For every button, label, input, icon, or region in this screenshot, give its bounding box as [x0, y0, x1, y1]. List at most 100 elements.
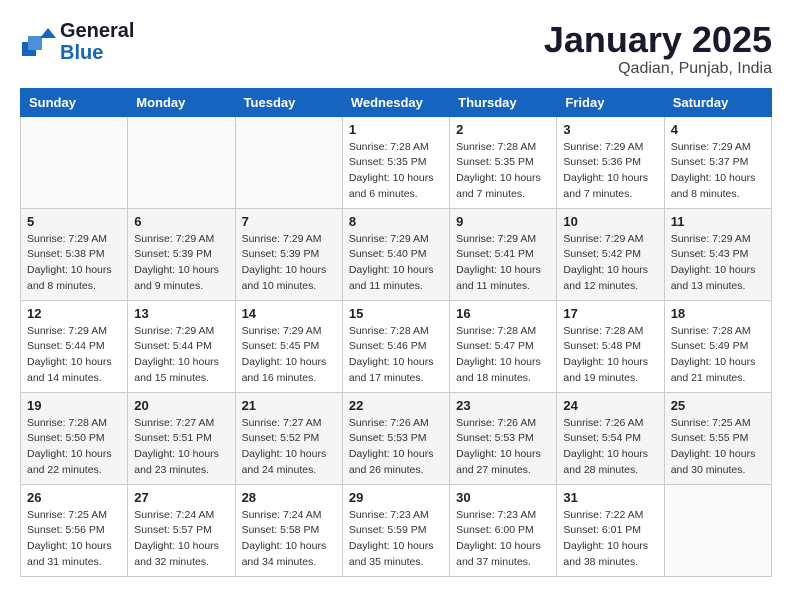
col-header-monday: Monday — [128, 88, 235, 116]
day-cell: 9 Sunrise: 7:29 AMSunset: 5:41 PMDaylight… — [450, 208, 557, 300]
col-header-friday: Friday — [557, 88, 664, 116]
day-info: Sunrise: 7:24 AMSunset: 5:57 PMDaylight:… — [134, 508, 228, 571]
day-number: 17 — [563, 306, 657, 321]
day-info: Sunrise: 7:29 AMSunset: 5:43 PMDaylight:… — [671, 232, 765, 295]
day-info: Sunrise: 7:29 AMSunset: 5:42 PMDaylight:… — [563, 232, 657, 295]
week-row-1: 1 Sunrise: 7:28 AMSunset: 5:35 PMDaylight… — [21, 116, 772, 208]
day-header-row: SundayMondayTuesdayWednesdayThursdayFrid… — [21, 88, 772, 116]
day-cell: 5 Sunrise: 7:29 AMSunset: 5:38 PMDaylight… — [21, 208, 128, 300]
day-number: 14 — [242, 306, 336, 321]
day-info: Sunrise: 7:28 AMSunset: 5:47 PMDaylight:… — [456, 324, 550, 387]
day-number: 6 — [134, 214, 228, 229]
week-row-5: 26 Sunrise: 7:25 AMSunset: 5:56 PMDayligh… — [21, 484, 772, 576]
day-cell: 11 Sunrise: 7:29 AMSunset: 5:43 PMDayligh… — [664, 208, 771, 300]
day-cell: 15 Sunrise: 7:28 AMSunset: 5:46 PMDayligh… — [342, 300, 449, 392]
day-number: 15 — [349, 306, 443, 321]
day-cell: 21 Sunrise: 7:27 AMSunset: 5:52 PMDayligh… — [235, 392, 342, 484]
day-info: Sunrise: 7:29 AMSunset: 5:38 PMDaylight:… — [27, 232, 121, 295]
day-cell: 7 Sunrise: 7:29 AMSunset: 5:39 PMDaylight… — [235, 208, 342, 300]
day-cell — [235, 116, 342, 208]
day-number: 20 — [134, 398, 228, 413]
day-number: 2 — [456, 122, 550, 137]
day-number: 30 — [456, 490, 550, 505]
day-number: 24 — [563, 398, 657, 413]
week-row-4: 19 Sunrise: 7:28 AMSunset: 5:50 PMDayligh… — [21, 392, 772, 484]
day-cell — [21, 116, 128, 208]
day-info: Sunrise: 7:22 AMSunset: 6:01 PMDaylight:… — [563, 508, 657, 571]
day-info: Sunrise: 7:23 AMSunset: 6:00 PMDaylight:… — [456, 508, 550, 571]
day-cell: 19 Sunrise: 7:28 AMSunset: 5:50 PMDayligh… — [21, 392, 128, 484]
day-number: 12 — [27, 306, 121, 321]
day-cell: 18Sunrise: 7:28 AMSunset: 5:49 PMDayligh… — [664, 300, 771, 392]
day-cell — [128, 116, 235, 208]
col-header-saturday: Saturday — [664, 88, 771, 116]
day-cell: 26 Sunrise: 7:25 AMSunset: 5:56 PMDayligh… — [21, 484, 128, 576]
day-info: Sunrise: 7:29 AMSunset: 5:39 PMDaylight:… — [242, 232, 336, 295]
day-info: Sunrise: 7:29 AMSunset: 5:44 PMDaylight:… — [134, 324, 228, 387]
day-info: Sunrise: 7:26 AMSunset: 5:53 PMDaylight:… — [456, 416, 550, 479]
day-info: Sunrise: 7:29 AMSunset: 5:39 PMDaylight:… — [134, 232, 228, 295]
calendar-table: SundayMondayTuesdayWednesdayThursdayFrid… — [20, 88, 772, 577]
day-info: Sunrise: 7:23 AMSunset: 5:59 PMDaylight:… — [349, 508, 443, 571]
day-info: Sunrise: 7:26 AMSunset: 5:53 PMDaylight:… — [349, 416, 443, 479]
day-cell: 23Sunrise: 7:26 AMSunset: 5:53 PMDayligh… — [450, 392, 557, 484]
day-cell: 4Sunrise: 7:29 AMSunset: 5:37 PMDaylight… — [664, 116, 771, 208]
day-info: Sunrise: 7:28 AMSunset: 5:48 PMDaylight:… — [563, 324, 657, 387]
day-cell: 3 Sunrise: 7:29 AMSunset: 5:36 PMDaylight… — [557, 116, 664, 208]
day-cell: 17 Sunrise: 7:28 AMSunset: 5:48 PMDayligh… — [557, 300, 664, 392]
day-number: 3 — [563, 122, 657, 137]
day-info: Sunrise: 7:29 AMSunset: 5:40 PMDaylight:… — [349, 232, 443, 295]
day-info: Sunrise: 7:24 AMSunset: 5:58 PMDaylight:… — [242, 508, 336, 571]
day-number: 9 — [456, 214, 550, 229]
day-number: 31 — [563, 490, 657, 505]
day-number: 16 — [456, 306, 550, 321]
day-number: 25 — [671, 398, 765, 413]
day-info: Sunrise: 7:29 AMSunset: 5:37 PMDaylight:… — [671, 140, 765, 203]
day-cell: 31 Sunrise: 7:22 AMSunset: 6:01 PMDayligh… — [557, 484, 664, 576]
col-header-thursday: Thursday — [450, 88, 557, 116]
day-number: 13 — [134, 306, 228, 321]
day-info: Sunrise: 7:29 AMSunset: 5:44 PMDaylight:… — [27, 324, 121, 387]
day-number: 26 — [27, 490, 121, 505]
day-info: Sunrise: 7:27 AMSunset: 5:52 PMDaylight:… — [242, 416, 336, 479]
day-number: 5 — [27, 214, 121, 229]
day-cell: 24Sunrise: 7:26 AMSunset: 5:54 PMDayligh… — [557, 392, 664, 484]
day-cell: 12 Sunrise: 7:29 AMSunset: 5:44 PMDayligh… — [21, 300, 128, 392]
day-number: 1 — [349, 122, 443, 137]
calendar-header: SundayMondayTuesdayWednesdayThursdayFrid… — [21, 88, 772, 116]
day-info: Sunrise: 7:29 AMSunset: 5:36 PMDaylight:… — [563, 140, 657, 203]
day-cell: 27Sunrise: 7:24 AMSunset: 5:57 PMDayligh… — [128, 484, 235, 576]
logo: General Blue — [20, 20, 134, 64]
calendar-body: 1 Sunrise: 7:28 AMSunset: 5:35 PMDaylight… — [21, 116, 772, 576]
logo-icon — [20, 24, 56, 60]
day-cell: 10Sunrise: 7:29 AMSunset: 5:42 PMDayligh… — [557, 208, 664, 300]
day-cell: 25Sunrise: 7:25 AMSunset: 5:55 PMDayligh… — [664, 392, 771, 484]
day-info: Sunrise: 7:25 AMSunset: 5:56 PMDaylight:… — [27, 508, 121, 571]
day-cell: 22Sunrise: 7:26 AMSunset: 5:53 PMDayligh… — [342, 392, 449, 484]
day-number: 8 — [349, 214, 443, 229]
week-row-2: 5 Sunrise: 7:29 AMSunset: 5:38 PMDaylight… — [21, 208, 772, 300]
day-number: 19 — [27, 398, 121, 413]
day-cell: 28 Sunrise: 7:24 AMSunset: 5:58 PMDayligh… — [235, 484, 342, 576]
day-number: 28 — [242, 490, 336, 505]
day-number: 11 — [671, 214, 765, 229]
day-info: Sunrise: 7:28 AMSunset: 5:35 PMDaylight:… — [349, 140, 443, 203]
day-number: 29 — [349, 490, 443, 505]
day-number: 18 — [671, 306, 765, 321]
day-number: 21 — [242, 398, 336, 413]
title-block: January 2025 Qadian, Punjab, India — [544, 20, 772, 78]
col-header-wednesday: Wednesday — [342, 88, 449, 116]
day-cell: 29 Sunrise: 7:23 AMSunset: 5:59 PMDayligh… — [342, 484, 449, 576]
day-info: Sunrise: 7:28 AMSunset: 5:50 PMDaylight:… — [27, 416, 121, 479]
day-info: Sunrise: 7:28 AMSunset: 5:46 PMDaylight:… — [349, 324, 443, 387]
day-info: Sunrise: 7:28 AMSunset: 5:35 PMDaylight:… — [456, 140, 550, 203]
day-cell: 16 Sunrise: 7:28 AMSunset: 5:47 PMDayligh… — [450, 300, 557, 392]
day-cell: 2 Sunrise: 7:28 AMSunset: 5:35 PMDaylight… — [450, 116, 557, 208]
location-subtitle: Qadian, Punjab, India — [544, 60, 772, 78]
day-cell: 20Sunrise: 7:27 AMSunset: 5:51 PMDayligh… — [128, 392, 235, 484]
day-info: Sunrise: 7:29 AMSunset: 5:41 PMDaylight:… — [456, 232, 550, 295]
day-cell: 30 Sunrise: 7:23 AMSunset: 6:00 PMDayligh… — [450, 484, 557, 576]
month-title: January 2025 — [544, 20, 772, 60]
day-number: 7 — [242, 214, 336, 229]
day-cell — [664, 484, 771, 576]
